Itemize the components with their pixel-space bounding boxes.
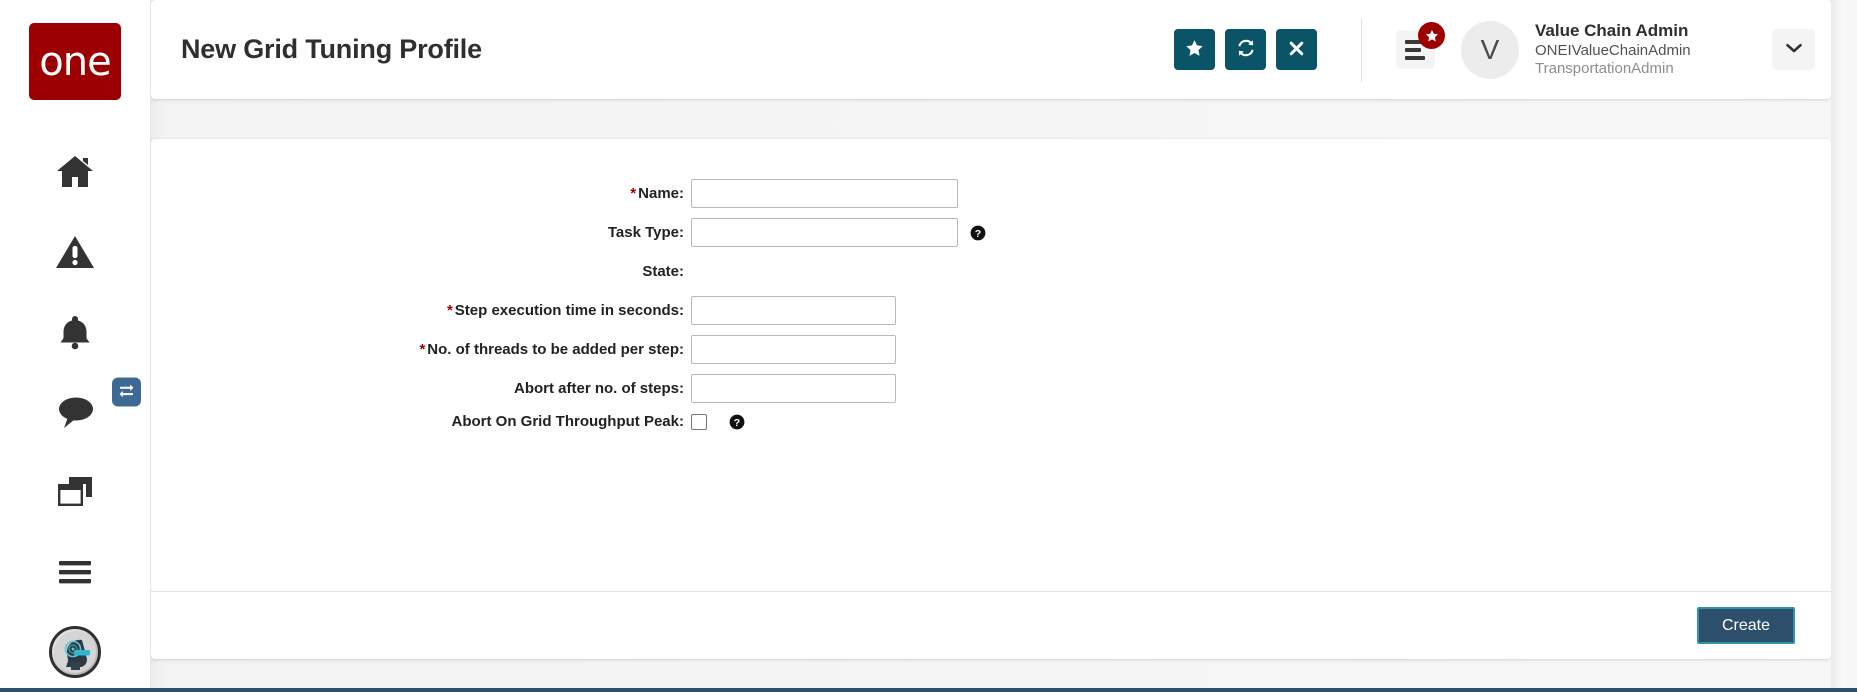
form-row-abort-on-throughput-peak: Abort On Grid Throughput Peak: ? xyxy=(151,413,1831,430)
form-area: * Name: Task Type: ? State: * Step execu… xyxy=(151,139,1831,591)
label-abort-on-throughput-peak: Abort On Grid Throughput Peak: xyxy=(451,413,685,430)
page-scrollbar-track[interactable] xyxy=(1831,0,1845,692)
left-sidebar: one xyxy=(0,0,151,692)
brand-logo-text: one xyxy=(39,38,111,85)
refresh-button[interactable] xyxy=(1225,29,1266,70)
header-divider xyxy=(1361,17,1362,82)
form-row-name: * Name: xyxy=(151,179,1831,208)
main-region: New Grid Tuning Profile V Value Chain Ad… xyxy=(151,0,1857,692)
chat-bubble-icon xyxy=(55,395,95,429)
bottom-status-bar xyxy=(0,688,1857,692)
create-button[interactable]: Create xyxy=(1697,607,1795,644)
label-threads-per-step-text: No. of threads to be added per step: xyxy=(427,341,684,358)
main-inner: New Grid Tuning Profile V Value Chain Ad… xyxy=(151,0,1845,692)
user-avatar-initial: V xyxy=(1480,33,1500,65)
home-icon xyxy=(55,154,95,190)
user-menu-toggle[interactable] xyxy=(1772,29,1815,70)
hamburger-icon xyxy=(55,559,95,585)
required-marker: * xyxy=(419,341,426,358)
abort-after-steps-input[interactable] xyxy=(691,374,896,403)
close-button[interactable] xyxy=(1276,29,1317,70)
abort-on-throughput-peak-checkbox[interactable] xyxy=(691,413,707,430)
sidebar-collapse-toggle[interactable] xyxy=(112,377,141,407)
required-marker: * xyxy=(630,185,637,202)
label-step-execution-time-text: Step execution time in seconds: xyxy=(454,302,684,319)
header-menu-wrapper xyxy=(1396,22,1445,69)
required-marker: * xyxy=(446,302,453,319)
warning-triangle-icon xyxy=(55,234,95,270)
sidebar-nav-list xyxy=(0,132,150,692)
form-row-threads-per-step: * No. of threads to be added per step: xyxy=(151,335,1831,364)
brand-logo[interactable]: one xyxy=(29,23,121,100)
bell-icon xyxy=(56,313,94,351)
star-icon xyxy=(1185,39,1204,61)
form-row-abort-after-steps: Abort after no. of steps: xyxy=(151,374,1831,403)
form-card-footer: Create xyxy=(151,591,1831,659)
refresh-icon xyxy=(1236,38,1256,61)
form-card: * Name: Task Type: ? State: * Step execu… xyxy=(151,139,1831,659)
menu-star-badge xyxy=(1418,22,1445,49)
close-x-icon xyxy=(1288,40,1305,60)
task-type-help-icon[interactable]: ? xyxy=(970,225,986,241)
sidebar-item-notifications[interactable] xyxy=(0,292,150,372)
svg-text:?: ? xyxy=(975,227,981,239)
page-title: New Grid Tuning Profile xyxy=(181,34,482,64)
label-step-execution-time: * Step execution time in seconds: xyxy=(151,302,691,319)
label-name: * Name: xyxy=(151,185,691,202)
favorite-button[interactable] xyxy=(1174,29,1215,70)
threads-per-step-input[interactable] xyxy=(691,335,896,364)
label-abort-after-steps: Abort after no. of steps: xyxy=(513,380,684,397)
label-state: State: xyxy=(642,263,684,280)
ai-assistant-avatar-icon xyxy=(49,626,101,678)
sidebar-item-assistant[interactable] xyxy=(0,612,150,692)
app-root: one New Grid Tuning Profile V Value Chai… xyxy=(0,0,1857,692)
exchange-arrows-icon xyxy=(118,381,135,403)
svg-text:?: ? xyxy=(734,416,740,428)
sidebar-item-menu[interactable] xyxy=(0,532,150,612)
task-type-input[interactable] xyxy=(691,218,958,247)
label-name-text: Name: xyxy=(638,185,684,202)
user-avatar[interactable]: V xyxy=(1461,20,1519,79)
list-menu-icon-bar-3 xyxy=(1405,55,1425,60)
label-threads-per-step: * No. of threads to be added per step: xyxy=(151,341,691,358)
list-menu-icon-bar-2 xyxy=(1405,47,1421,52)
sidebar-item-workspaces[interactable] xyxy=(0,452,150,532)
form-row-state: State: xyxy=(151,257,1831,286)
user-display-name: Value Chain Admin xyxy=(1535,20,1689,40)
page-header-card: New Grid Tuning Profile V Value Chain Ad… xyxy=(151,0,1831,99)
header-action-buttons xyxy=(1174,29,1317,70)
form-row-task-type: Task Type: ? xyxy=(151,218,1831,247)
chevron-down-icon xyxy=(1785,42,1803,57)
sidebar-item-home[interactable] xyxy=(0,132,150,212)
name-input[interactable] xyxy=(691,179,958,208)
user-login-name: ONEIValueChainAdmin xyxy=(1535,41,1691,59)
label-task-type: Task Type: xyxy=(607,224,684,241)
user-role-name: TransportationAdmin xyxy=(1535,59,1674,77)
form-row-step-execution-time: * Step execution time in seconds: xyxy=(151,296,1831,325)
user-info-block[interactable]: Value Chain Admin ONEIValueChainAdmin Tr… xyxy=(1535,21,1750,78)
sidebar-item-alerts[interactable] xyxy=(0,212,150,292)
step-execution-time-input[interactable] xyxy=(691,296,896,325)
abort-on-throughput-peak-help-icon[interactable]: ? xyxy=(729,414,745,430)
windows-stack-icon xyxy=(56,475,94,509)
